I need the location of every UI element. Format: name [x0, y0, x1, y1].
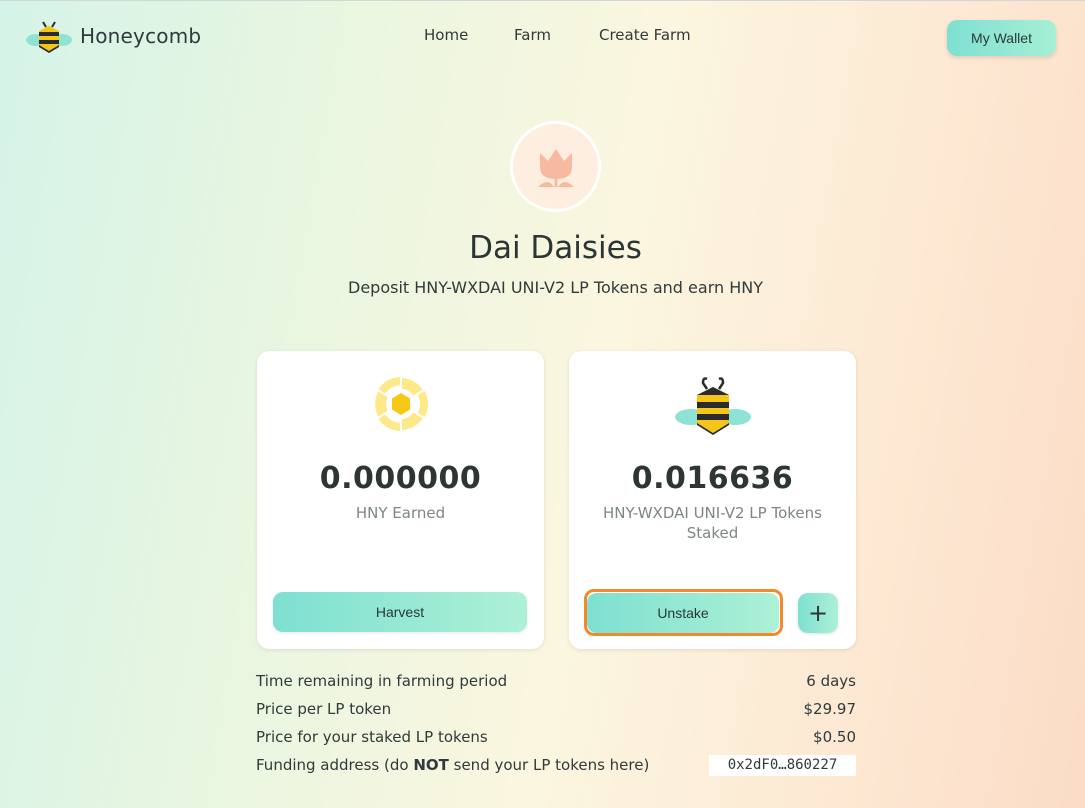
hny-earned-value: 0.000000: [319, 461, 482, 496]
funding-address-value[interactable]: 0x2dF0…860227: [709, 755, 856, 776]
bee-icon: [26, 21, 72, 53]
funding-address-label: Funding address (do NOT send your LP tok…: [256, 756, 649, 774]
info-row-funding: Funding address (do NOT send your LP tok…: [256, 754, 856, 782]
farm-subtitle: Deposit HNY-WXDAI UNI-V2 LP Tokens and e…: [348, 278, 763, 297]
lp-staked-value: 0.016636: [631, 461, 794, 496]
nav-create-farm[interactable]: Create Farm: [599, 26, 691, 44]
nav-farm[interactable]: Farm: [514, 26, 551, 44]
price-staked-label: Price for your staked LP tokens: [256, 728, 488, 746]
farm-title: Dai Daisies: [469, 230, 642, 266]
brand-logo[interactable]: Honeycomb: [26, 18, 201, 54]
funding-label-prefix: Funding address (do: [256, 756, 414, 774]
price-staked-value: $0.50: [813, 728, 856, 746]
lp-staked-label: HNY-WXDAI UNI-V2 LP Tokens Staked: [603, 504, 822, 542]
earned-card: 0.000000 HNY Earned Harvest: [257, 351, 544, 649]
staked-card: 0.016636 HNY-WXDAI UNI-V2 LP Tokens Stak…: [569, 351, 856, 649]
info-row-time: Time remaining in farming period 6 days: [256, 670, 856, 698]
price-lp-label: Price per LP token: [256, 700, 392, 718]
harvest-button[interactable]: Harvest: [273, 592, 527, 632]
time-remaining-value: 6 days: [806, 672, 856, 690]
top-divider: [0, 0, 1085, 1]
honeycomb-coin-icon: [372, 375, 428, 433]
price-lp-value: $29.97: [803, 700, 857, 718]
bee-icon: [674, 377, 751, 435]
farm-info: Time remaining in farming period 6 days …: [256, 670, 856, 782]
tulip-icon: [537, 148, 574, 187]
funding-label-not: NOT: [413, 756, 449, 774]
nav-home[interactable]: Home: [424, 26, 468, 44]
info-row-price-staked: Price for your staked LP tokens $0.50: [256, 726, 856, 754]
farm-logo: [510, 121, 601, 212]
brand-name: Honeycomb: [80, 24, 202, 48]
funding-label-suffix: send your LP tokens here): [448, 756, 650, 774]
time-remaining-label: Time remaining in farming period: [256, 672, 508, 690]
info-row-price-lp: Price per LP token $29.97: [256, 698, 856, 726]
add-stake-button[interactable]: +: [798, 593, 838, 633]
unstake-button[interactable]: Unstake: [587, 593, 779, 633]
my-wallet-button[interactable]: My Wallet: [947, 20, 1056, 56]
hny-earned-label: HNY Earned: [355, 504, 446, 522]
